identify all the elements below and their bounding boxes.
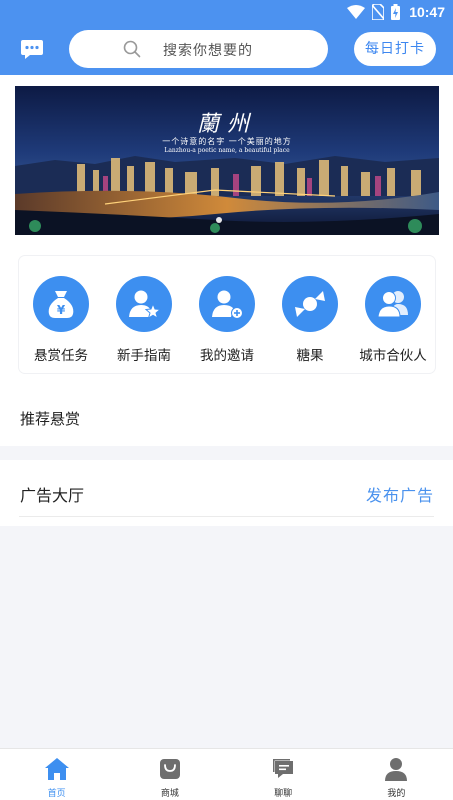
carousel-indicator xyxy=(216,217,222,223)
tab-label: 我的 xyxy=(387,789,406,799)
menu-item-city-partner[interactable]: 城市合伙人 xyxy=(351,276,435,364)
menu-label: 悬赏任务 xyxy=(34,348,88,364)
daily-checkin-button[interactable]: 每日打卡 xyxy=(354,32,436,66)
recommend-title: 推荐悬赏 xyxy=(20,410,81,428)
tab-home[interactable]: 首页 xyxy=(0,749,113,800)
message-icon[interactable] xyxy=(20,37,44,61)
user-star-icon xyxy=(116,276,172,332)
menu-label: 城市合伙人 xyxy=(359,348,427,364)
tab-chat[interactable]: 聊聊 xyxy=(227,749,340,800)
person-icon xyxy=(385,758,408,781)
shop-bag-icon xyxy=(159,759,180,779)
menu-item-beginner-guide[interactable]: 新手指南 xyxy=(102,276,186,364)
tab-label: 聊聊 xyxy=(274,789,293,799)
status-icons: 10:47 xyxy=(347,3,445,21)
tab-label: 首页 xyxy=(47,789,66,799)
home-icon xyxy=(44,758,69,780)
divider xyxy=(19,516,434,517)
users-icon xyxy=(365,276,421,332)
search-placeholder: 搜索你想要的 xyxy=(163,43,253,59)
candy-icon xyxy=(282,276,338,332)
tab-label: 商城 xyxy=(160,789,179,799)
search-icon xyxy=(123,40,141,58)
menu-label: 新手指南 xyxy=(117,348,171,364)
battery-charging-icon xyxy=(391,4,401,20)
user-add-icon xyxy=(199,276,255,332)
quick-menu: ¥ 悬赏任务 新手指南 我的邀请 糖果 城市合伙人 xyxy=(19,256,435,373)
ad-hall-section: 广告大厅 发布广告 xyxy=(0,460,453,526)
menu-label: 糖果 xyxy=(296,348,324,364)
menu-item-bounty-task[interactable]: ¥ 悬赏任务 xyxy=(19,276,103,364)
banner-title: 蘭州 xyxy=(196,112,257,137)
banner-subtitle-en: Lanzhou-a poetic name, a beautiful place xyxy=(164,147,290,154)
menu-item-candy[interactable]: 糖果 xyxy=(268,276,352,364)
bottom-tab-bar: 首页 商城 聊聊 我的 xyxy=(0,748,453,800)
status-time: 10:47 xyxy=(409,4,445,20)
menu-item-my-invites[interactable]: 我的邀请 xyxy=(185,276,269,364)
top-header: 搜索你想要的 每日打卡 xyxy=(0,24,453,75)
tab-shop[interactable]: 商城 xyxy=(113,749,226,800)
tab-mine[interactable]: 我的 xyxy=(340,749,453,800)
publish-ad-link[interactable]: 发布广告 xyxy=(366,482,434,506)
banner-carousel[interactable]: 蘭州 一个诗意的名字 一个美丽的地方 Lanzhou-a poetic name… xyxy=(15,86,439,235)
money-bag-icon: ¥ xyxy=(33,276,89,332)
svg-text:¥: ¥ xyxy=(57,303,66,317)
recommend-section: 推荐悬赏 xyxy=(0,387,453,446)
menu-label: 我的邀请 xyxy=(200,348,254,364)
search-input[interactable]: 搜索你想要的 xyxy=(69,30,328,68)
chat-bubble-icon xyxy=(273,759,294,778)
ad-hall-title: 广告大厅 xyxy=(20,486,85,505)
status-bar: 10:47 xyxy=(0,0,453,24)
wifi-icon xyxy=(347,5,366,19)
banner-subtitle: 一个诗意的名字 一个美丽的地方 xyxy=(162,137,292,146)
no-sim-icon xyxy=(372,4,385,20)
